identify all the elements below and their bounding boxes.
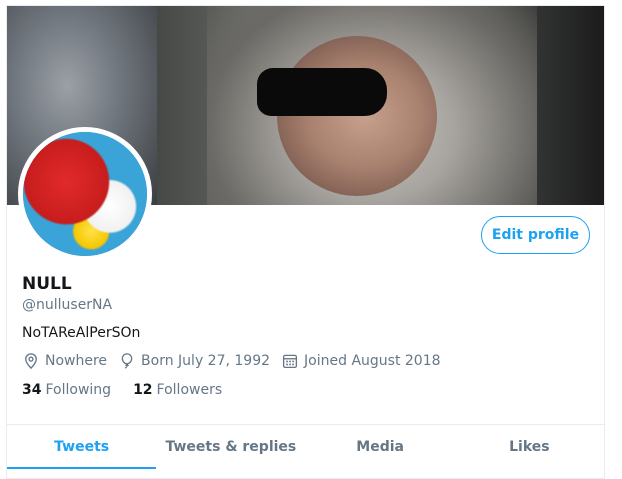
profile-card: Edit profile NULL @nulluserNA NoTAReAlPe… [6, 5, 605, 479]
following-label: Following [45, 382, 112, 398]
banner-sunglasses [257, 68, 387, 116]
tab-tweets[interactable]: Tweets [7, 425, 157, 469]
calendar-icon [282, 354, 298, 369]
profile-bio: NoTAReAlPerSOn [22, 325, 141, 341]
followers-count: 12 [133, 382, 153, 398]
profile-counts: 34 Following 12 Followers [22, 382, 244, 398]
profile-meta: Nowhere Born July 27, 1992 Joined August… [22, 352, 452, 370]
profile-tabs: Tweets Tweets & replies Media Likes [7, 424, 604, 469]
followers-link[interactable]: 12 Followers [133, 382, 222, 398]
profile-joined: Joined August 2018 [281, 352, 441, 370]
profile-handle: @nulluserNA [22, 297, 113, 313]
avatar-image [23, 132, 147, 256]
tab-media[interactable]: Media [306, 425, 455, 469]
followers-label: Followers [156, 382, 223, 398]
balloon-icon [121, 353, 133, 369]
following-link[interactable]: 34 Following [22, 382, 111, 398]
edit-profile-button[interactable]: Edit profile [481, 216, 590, 254]
location-text: Nowhere [45, 353, 108, 369]
tab-tweets-and-replies[interactable]: Tweets & replies [156, 425, 305, 469]
following-count: 34 [22, 382, 42, 398]
tab-likes[interactable]: Likes [455, 425, 604, 469]
joined-text: Joined August 2018 [304, 353, 441, 369]
location-pin-icon [25, 353, 37, 370]
banner-face [277, 36, 437, 196]
profile-name: NULL [22, 274, 72, 294]
profile-avatar[interactable] [18, 127, 152, 261]
profile-location: Nowhere [22, 352, 107, 370]
birthday-text: Born July 27, 1992 [141, 353, 271, 369]
profile-birthday: Born July 27, 1992 [118, 352, 270, 370]
